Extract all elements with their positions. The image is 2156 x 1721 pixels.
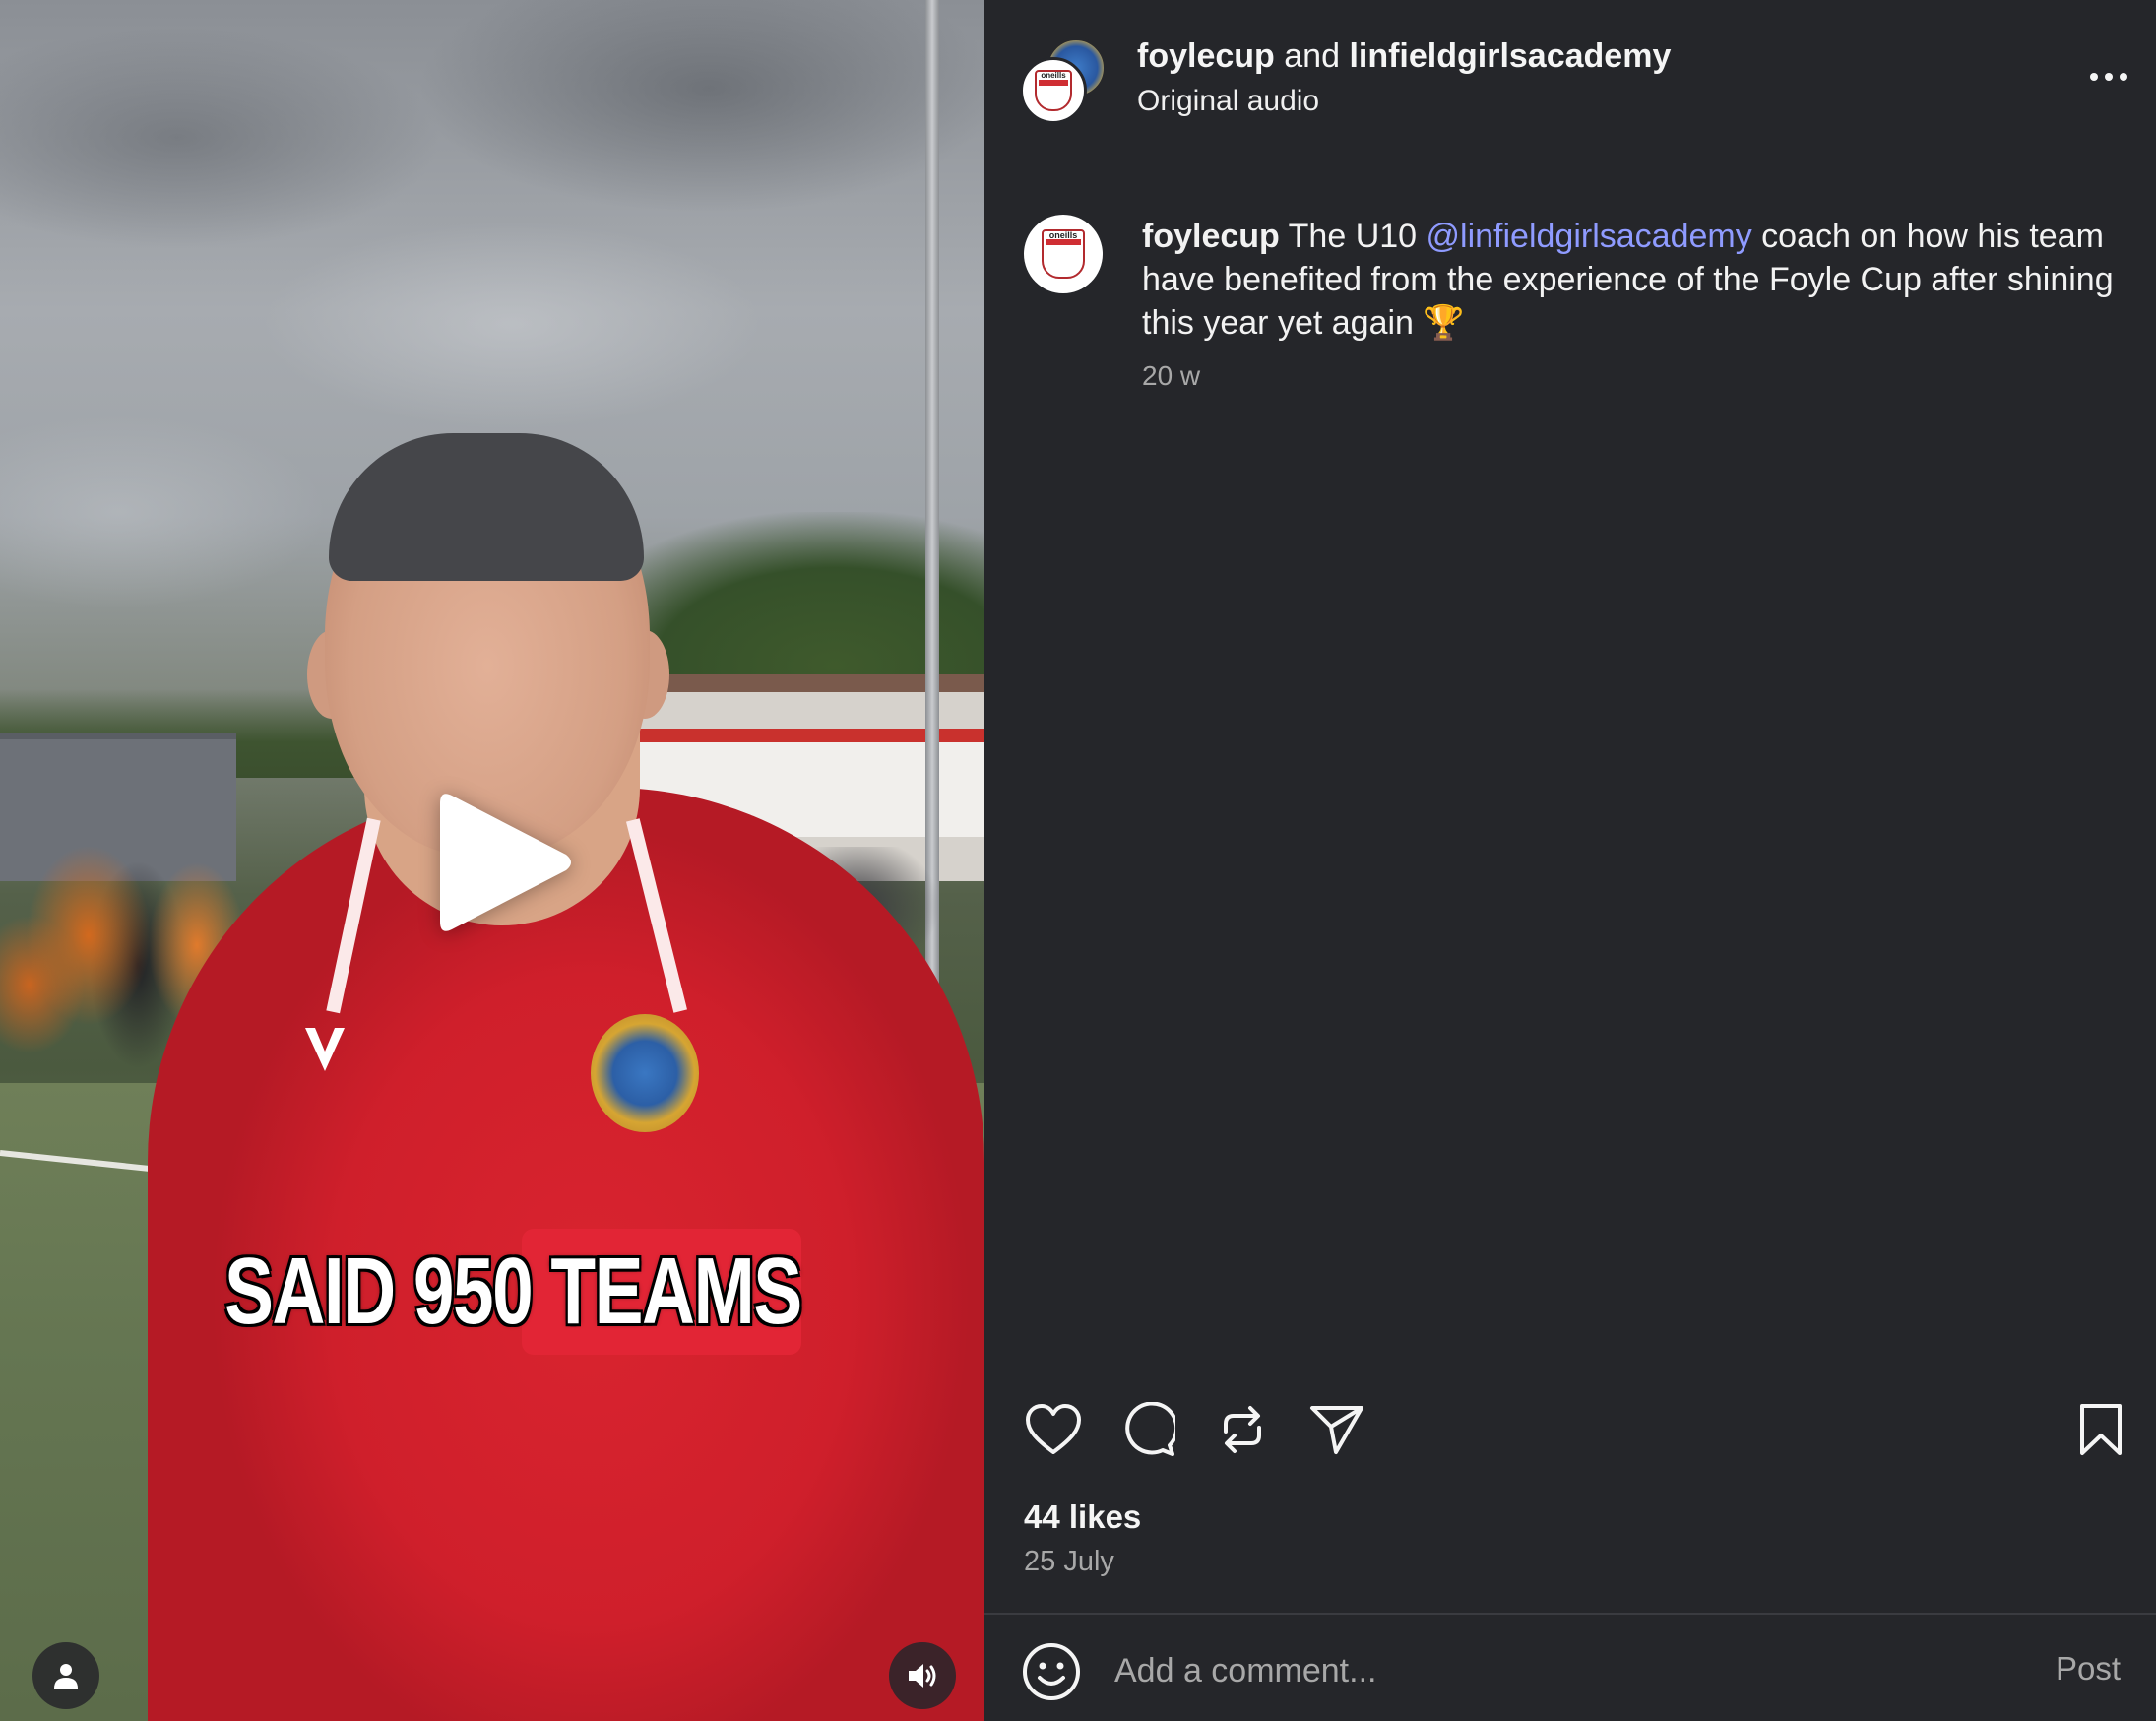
header-authors: foylecup and linfieldgirlsacademy bbox=[1137, 37, 1671, 76]
more-icon-dot bbox=[2120, 73, 2127, 81]
author-joiner: and bbox=[1284, 37, 1340, 75]
caption-mention[interactable]: @linfieldgirlsacademy bbox=[1427, 218, 1752, 255]
more-icon bbox=[2090, 73, 2098, 81]
tagged-users-button[interactable] bbox=[32, 1642, 99, 1709]
more-icon-dot bbox=[2105, 73, 2113, 81]
caption-timestamp[interactable]: 20 w bbox=[1142, 360, 1200, 392]
video-frame-pole bbox=[925, 0, 939, 985]
video-caption-overlay: SAID 950 TEAMS bbox=[211, 1229, 978, 1355]
trophy-emoji: 🏆 bbox=[1423, 304, 1465, 342]
caption-text: SAID 950 TEAMS bbox=[224, 1239, 802, 1344]
avatar-foylecup: oneills bbox=[1020, 57, 1087, 124]
post-date: 25 July bbox=[1024, 1546, 1114, 1577]
video-frame-club-crest bbox=[591, 1014, 699, 1132]
repost-icon bbox=[1224, 1406, 1261, 1453]
person-icon bbox=[54, 1664, 78, 1689]
author-link-foylecup[interactable]: foylecup bbox=[1137, 37, 1275, 75]
repost-button[interactable] bbox=[1211, 1398, 1274, 1461]
caption-text-block: foylecup The U10 @linfieldgirlsacademy c… bbox=[1142, 215, 2136, 345]
more-options-button[interactable] bbox=[2079, 57, 2138, 96]
post-side-panel: oneills foylecup and linfieldgirlsacadem… bbox=[984, 0, 2156, 1721]
audio-link[interactable]: Original audio bbox=[1137, 85, 1319, 118]
collab-avatar[interactable]: oneills bbox=[1020, 37, 1109, 126]
sound-toggle-button[interactable] bbox=[889, 1642, 956, 1709]
emoji-picker-button[interactable] bbox=[1022, 1642, 1083, 1703]
action-bar bbox=[984, 1388, 2156, 1477]
play-icon bbox=[440, 794, 571, 931]
comment-bar: Post bbox=[984, 1615, 2156, 1721]
like-button[interactable] bbox=[1022, 1398, 1085, 1461]
comment-button[interactable] bbox=[1116, 1398, 1179, 1461]
video-player[interactable]: SAID 950 TEAMS bbox=[0, 0, 984, 1721]
paper-plane-icon bbox=[1310, 1406, 1363, 1454]
bookmark-icon bbox=[2080, 1404, 2122, 1455]
heart-icon bbox=[1026, 1404, 1081, 1454]
comment-icon bbox=[1125, 1402, 1175, 1456]
video-frame-brand-mark bbox=[301, 1024, 349, 1088]
foylecup-logo: oneills bbox=[1035, 70, 1072, 111]
speaker-icon bbox=[909, 1664, 936, 1688]
author-link-linfield[interactable]: linfieldgirlsacademy bbox=[1349, 37, 1671, 75]
caption-avatar[interactable]: oneills bbox=[1024, 215, 1103, 293]
post-header: oneills foylecup and linfieldgirlsacadem… bbox=[984, 0, 2156, 158]
save-button[interactable] bbox=[2069, 1398, 2132, 1461]
share-button[interactable] bbox=[1305, 1398, 1368, 1461]
likes-count[interactable]: 44 likes bbox=[1024, 1498, 1141, 1536]
post-comment-button[interactable]: Post bbox=[2056, 1650, 2121, 1688]
smiley-icon bbox=[1023, 1643, 1080, 1700]
play-button[interactable] bbox=[425, 784, 583, 941]
caption-username[interactable]: foylecup bbox=[1142, 218, 1280, 255]
comment-input[interactable] bbox=[1114, 1640, 1961, 1701]
foylecup-logo: oneills bbox=[1042, 229, 1085, 279]
caption-text-start: The U10 bbox=[1288, 218, 1418, 255]
